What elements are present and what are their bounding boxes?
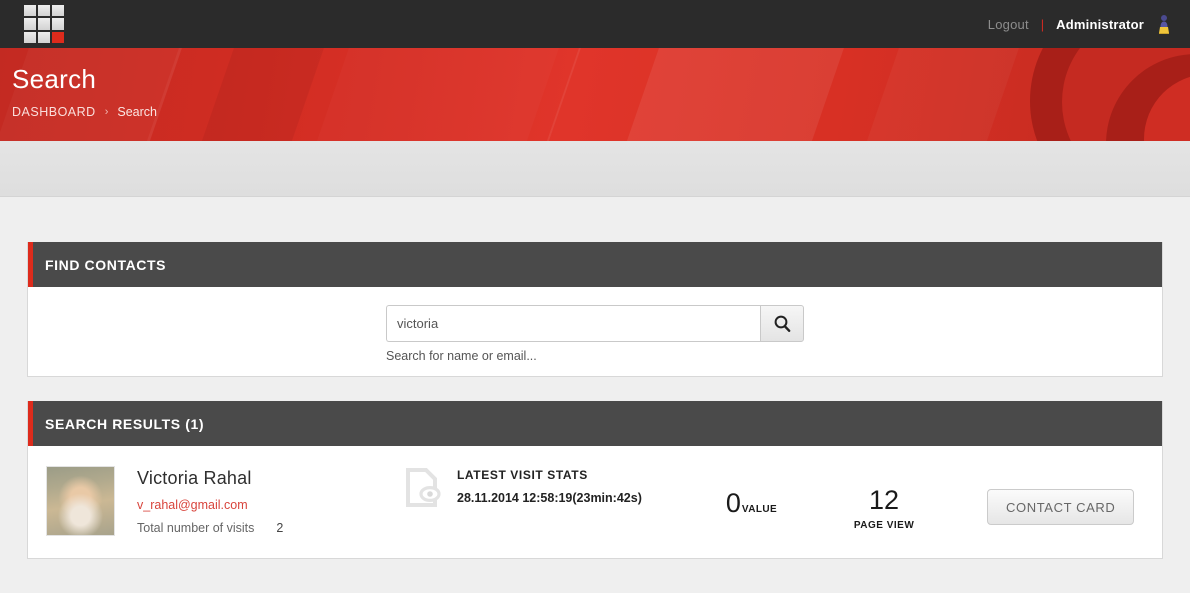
top-bar: Logout | Administrator (0, 0, 1190, 48)
logout-link[interactable]: Logout (988, 17, 1029, 32)
pageview-metric-label: PAGE VIEW (853, 520, 915, 532)
page-title: Search (12, 64, 97, 94)
document-eye-icon (405, 468, 441, 513)
person-info: Victoria Rahal v_rahal@gmail.com Total n… (137, 464, 405, 535)
value-metric: 0 VALUE (726, 464, 777, 519)
top-bar-right: Logout | Administrator (988, 14, 1172, 34)
logo-cell (38, 5, 50, 17)
find-contacts-panel-title: FIND CONTACTS (28, 242, 1162, 287)
search-row (386, 304, 804, 342)
logo-cell (24, 5, 36, 17)
value-metric-label: VALUE (741, 504, 778, 515)
search-icon (773, 314, 792, 333)
value-metric-number: 0 (725, 488, 741, 518)
logo-cell (52, 18, 64, 30)
administrator-label[interactable]: Administrator (1056, 17, 1144, 32)
avatar (46, 466, 115, 536)
main-content: FIND CONTACTS Search for name or email..… (0, 197, 1190, 559)
search-input[interactable] (386, 304, 760, 342)
find-contacts-panel: FIND CONTACTS Search for name or email..… (27, 242, 1163, 377)
logo-cell (38, 18, 50, 30)
latest-visit-stats: LATEST VISIT STATS 28.11.2014 12:58:19(2… (405, 464, 642, 513)
total-visits-label: Total number of visits (137, 521, 255, 535)
latest-visit-stats-text: LATEST VISIT STATS 28.11.2014 12:58:19(2… (457, 468, 642, 505)
secondary-nav-strip (0, 141, 1190, 197)
logo-cell (52, 5, 64, 17)
user-avatar-icon-svg (1159, 15, 1169, 34)
contact-email[interactable]: v_rahal@gmail.com (137, 498, 405, 512)
search-results-panel: SEARCH RESULTS (1) Victoria Rahal v_raha… (27, 401, 1163, 559)
page-banner: Search DASHBOARD › Search (0, 48, 1190, 141)
contact-name: Victoria Rahal (137, 468, 252, 488)
logo-cell (38, 31, 50, 43)
banner-content: Search DASHBOARD › Search (0, 48, 1190, 119)
table-row[interactable]: Victoria Rahal v_rahal@gmail.com Total n… (28, 446, 1162, 558)
logo-cell (24, 18, 36, 30)
pageview-metric-number: 12 (869, 485, 900, 515)
search-icon-svg (774, 315, 790, 332)
breadcrumb-item-current: Search (117, 105, 157, 119)
topbar-separator: | (1040, 16, 1045, 32)
user-avatar-icon[interactable] (1156, 14, 1172, 34)
breadcrumb-item-dashboard[interactable]: DASHBOARD (12, 105, 96, 119)
latest-visit-stats-date: 28.11.2014 12:58:19(23min:42s) (457, 491, 642, 505)
search-hint-text: Search for name or email... (386, 348, 537, 363)
latest-visit-stats-title: LATEST VISIT STATS (457, 468, 588, 482)
contact-card-button[interactable]: CONTACT CARD (987, 489, 1135, 525)
pageview-metric: 12 PAGE VIEW (849, 464, 919, 532)
total-visits-row: Total number of visits 2 (137, 521, 405, 535)
breadcrumb: DASHBOARD › Search (0, 95, 1190, 119)
logo-cell-accent (52, 31, 64, 43)
chevron-right-icon: › (104, 106, 109, 118)
logo-cell (24, 31, 36, 43)
find-contacts-body: Search for name or email... (28, 287, 1162, 376)
search-results-panel-title: SEARCH RESULTS (1) (28, 401, 1162, 446)
grid-logo[interactable] (24, 5, 64, 43)
total-visits-count: 2 (276, 521, 284, 535)
document-eye-icon-svg (406, 468, 441, 507)
search-button[interactable] (760, 304, 804, 342)
